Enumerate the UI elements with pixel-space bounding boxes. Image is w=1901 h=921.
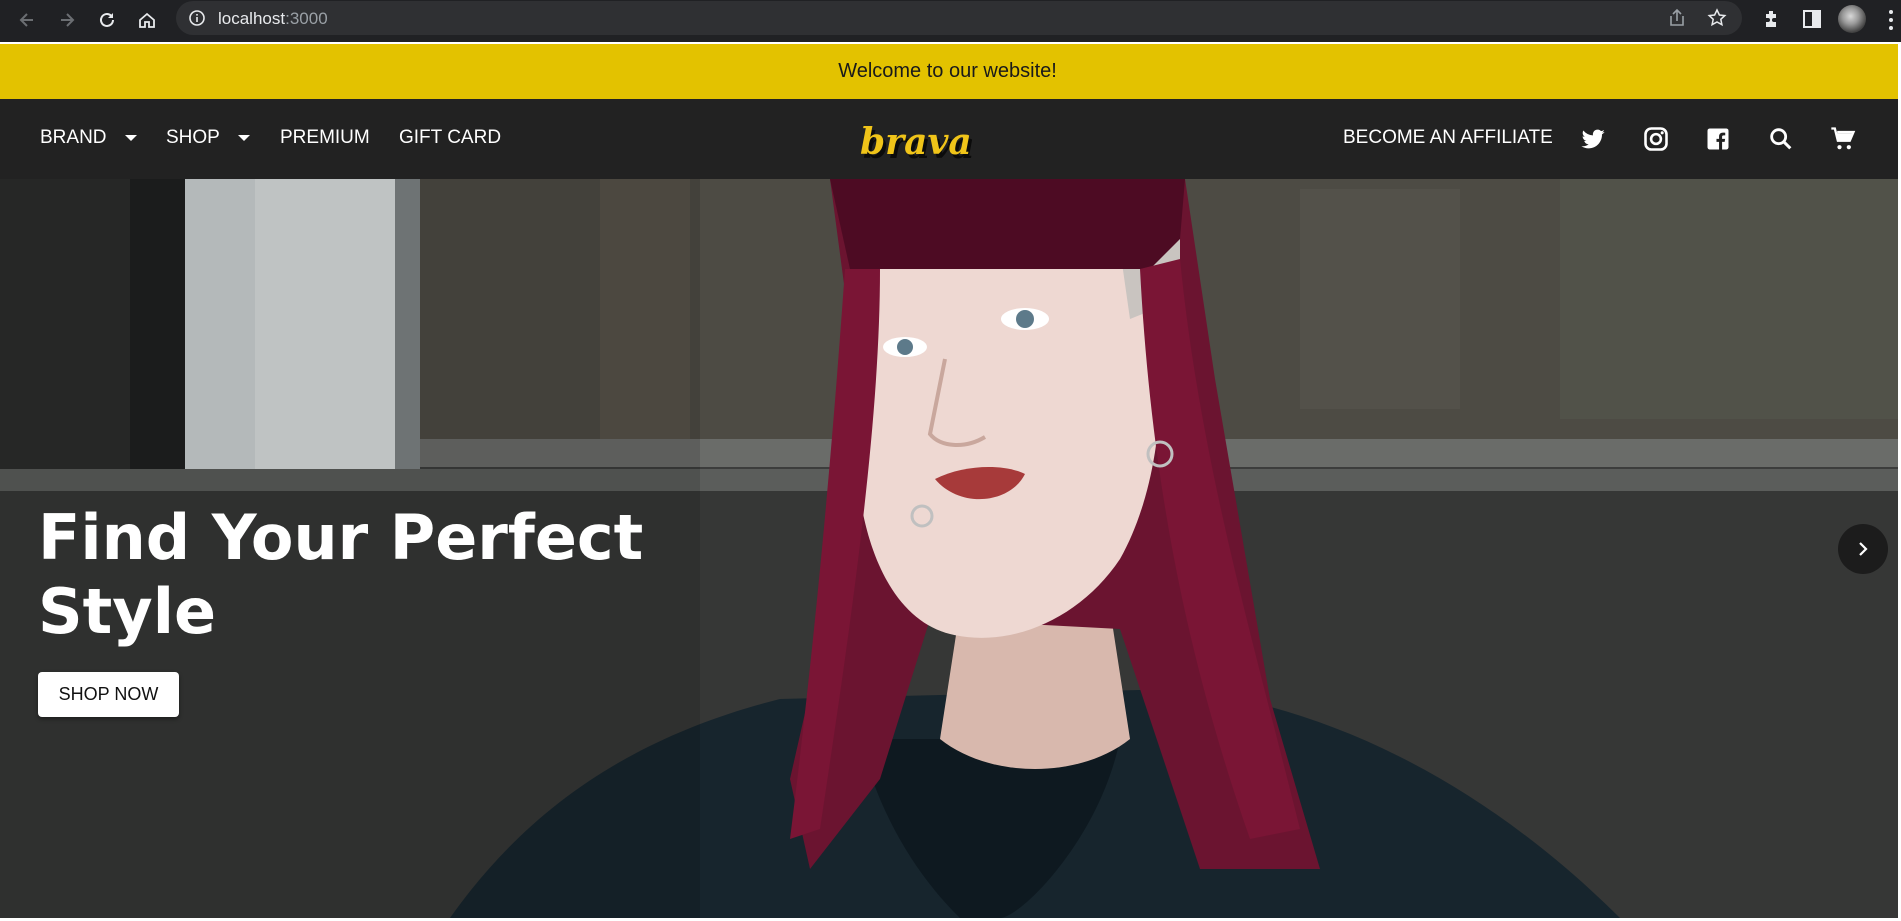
hero-title-line2: Style <box>38 575 217 648</box>
nav-premium[interactable]: PREMIUM <box>280 127 370 149</box>
extensions-icon[interactable] <box>1760 7 1784 31</box>
announcement-text: Welcome to our website! <box>838 60 1057 82</box>
hero-title-line1: Find Your Perfect <box>38 501 644 574</box>
caret-down-icon <box>237 135 250 141</box>
back-icon[interactable] <box>12 5 42 35</box>
hero-title: Find Your Perfect Style <box>38 501 658 649</box>
become-affiliate-link[interactable]: BECOME AN AFFILIATE <box>1343 127 1553 149</box>
profile-avatar[interactable] <box>1838 5 1866 33</box>
url-text: localhost:3000 <box>218 9 328 28</box>
share-icon[interactable] <box>1666 7 1688 29</box>
facebook-icon[interactable] <box>1703 124 1733 154</box>
hero-banner: Find Your Perfect Style SHOP NOW <box>0 179 1901 918</box>
search-icon[interactable] <box>1766 124 1796 154</box>
cart-icon[interactable] <box>1828 124 1858 154</box>
reload-icon[interactable] <box>92 5 122 35</box>
nav-premium-label: PREMIUM <box>280 127 370 148</box>
nav-gift-card[interactable]: GIFT CARD <box>399 127 501 149</box>
chevron-right-icon <box>1859 542 1868 556</box>
nav-gift-card-label: GIFT CARD <box>399 127 502 148</box>
brava-logo[interactable]: brava brava <box>856 121 980 171</box>
browser-toolbar: localhost:3000 <box>0 0 1901 42</box>
caret-down-icon <box>124 135 137 141</box>
instagram-icon[interactable] <box>1641 124 1671 154</box>
nav-brand[interactable]: BRAND <box>40 127 137 149</box>
menu-icon[interactable] <box>1888 8 1894 32</box>
shop-now-button[interactable]: SHOP NOW <box>38 672 179 717</box>
twitter-icon[interactable] <box>1578 124 1608 154</box>
address-bar[interactable]: localhost:3000 <box>176 1 1742 35</box>
sidepanel-icon[interactable] <box>1800 7 1824 31</box>
forward-icon[interactable] <box>52 5 82 35</box>
carousel-next-button[interactable] <box>1838 524 1888 574</box>
nav-shop[interactable]: SHOP <box>166 127 250 149</box>
logo-text: brava <box>860 121 972 163</box>
star-icon[interactable] <box>1706 7 1728 29</box>
nav-shop-label: SHOP <box>166 127 220 148</box>
site-header: BRAND SHOP PREMIUM GIFT CARD brava brava… <box>0 99 1901 179</box>
nav-brand-label: BRAND <box>40 127 107 148</box>
announcement-bar: Welcome to our website! <box>0 44 1901 99</box>
info-icon[interactable] <box>188 9 206 27</box>
affiliate-label: BECOME AN AFFILIATE <box>1343 127 1553 148</box>
home-icon[interactable] <box>132 5 162 35</box>
